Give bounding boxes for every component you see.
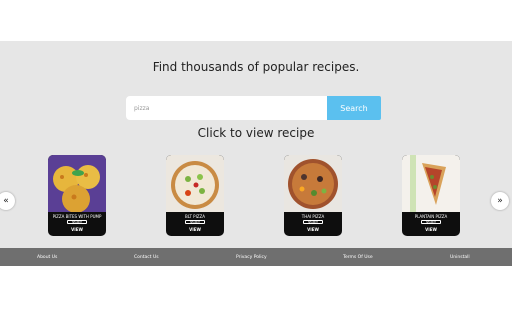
recipe-search-button[interactable]: SEARCH xyxy=(67,220,87,224)
search-input[interactable] xyxy=(126,96,327,120)
recipe-search-button[interactable]: SEARCH xyxy=(421,220,441,224)
footer-link-privacy[interactable]: Privacy Policy xyxy=(236,255,267,260)
footer-link-uninstall[interactable]: Uninstall xyxy=(450,255,470,260)
recipe-view-link[interactable]: VIEW xyxy=(48,227,106,232)
double-chevron-right-icon: » xyxy=(497,196,503,206)
recipe-card[interactable]: PLANTAIN PIZZA SEARCH VIEW xyxy=(402,155,460,236)
recipe-title: PLANTAIN PIZZA xyxy=(414,214,448,219)
carousel-subtitle: Click to view recipe xyxy=(197,126,315,140)
recipe-title: BLT PIZZA xyxy=(185,214,205,219)
footer-link-contact[interactable]: Contact Us xyxy=(134,255,159,260)
carousel-next-button[interactable]: » xyxy=(491,192,509,210)
recipe-title: THAI PIZZA xyxy=(301,214,325,219)
recipe-card[interactable]: PIZZA BITES WITH PUMP SEARCH VIEW xyxy=(48,155,106,236)
search-button[interactable]: Search xyxy=(327,96,381,120)
recipe-card[interactable]: THAI PIZZA SEARCH VIEW xyxy=(284,155,342,236)
recipe-card[interactable]: BLT PIZZA SEARCH VIEW xyxy=(166,155,224,236)
double-chevron-left-icon: « xyxy=(3,196,9,206)
page-headline: Find thousands of popular recipes. xyxy=(152,60,360,74)
search-bar: Search xyxy=(126,96,381,120)
recipe-image xyxy=(166,155,224,212)
recipe-image xyxy=(402,155,460,212)
recipe-view-link[interactable]: VIEW xyxy=(402,227,460,232)
footer-link-terms[interactable]: Terms Of Use xyxy=(343,255,373,260)
recipe-view-link[interactable]: VIEW xyxy=(166,227,224,232)
recipe-search-button[interactable]: SEARCH xyxy=(303,220,323,224)
recipe-view-link[interactable]: VIEW xyxy=(284,227,342,232)
recipe-search-button[interactable]: SEARCH xyxy=(185,220,205,224)
recipe-title: PIZZA BITES WITH PUMP xyxy=(52,214,102,219)
footer: About Us Contact Us Privacy Policy Terms… xyxy=(0,248,512,266)
recipe-image xyxy=(284,155,342,212)
footer-link-about[interactable]: About Us xyxy=(37,255,57,260)
recipe-image xyxy=(48,155,106,212)
